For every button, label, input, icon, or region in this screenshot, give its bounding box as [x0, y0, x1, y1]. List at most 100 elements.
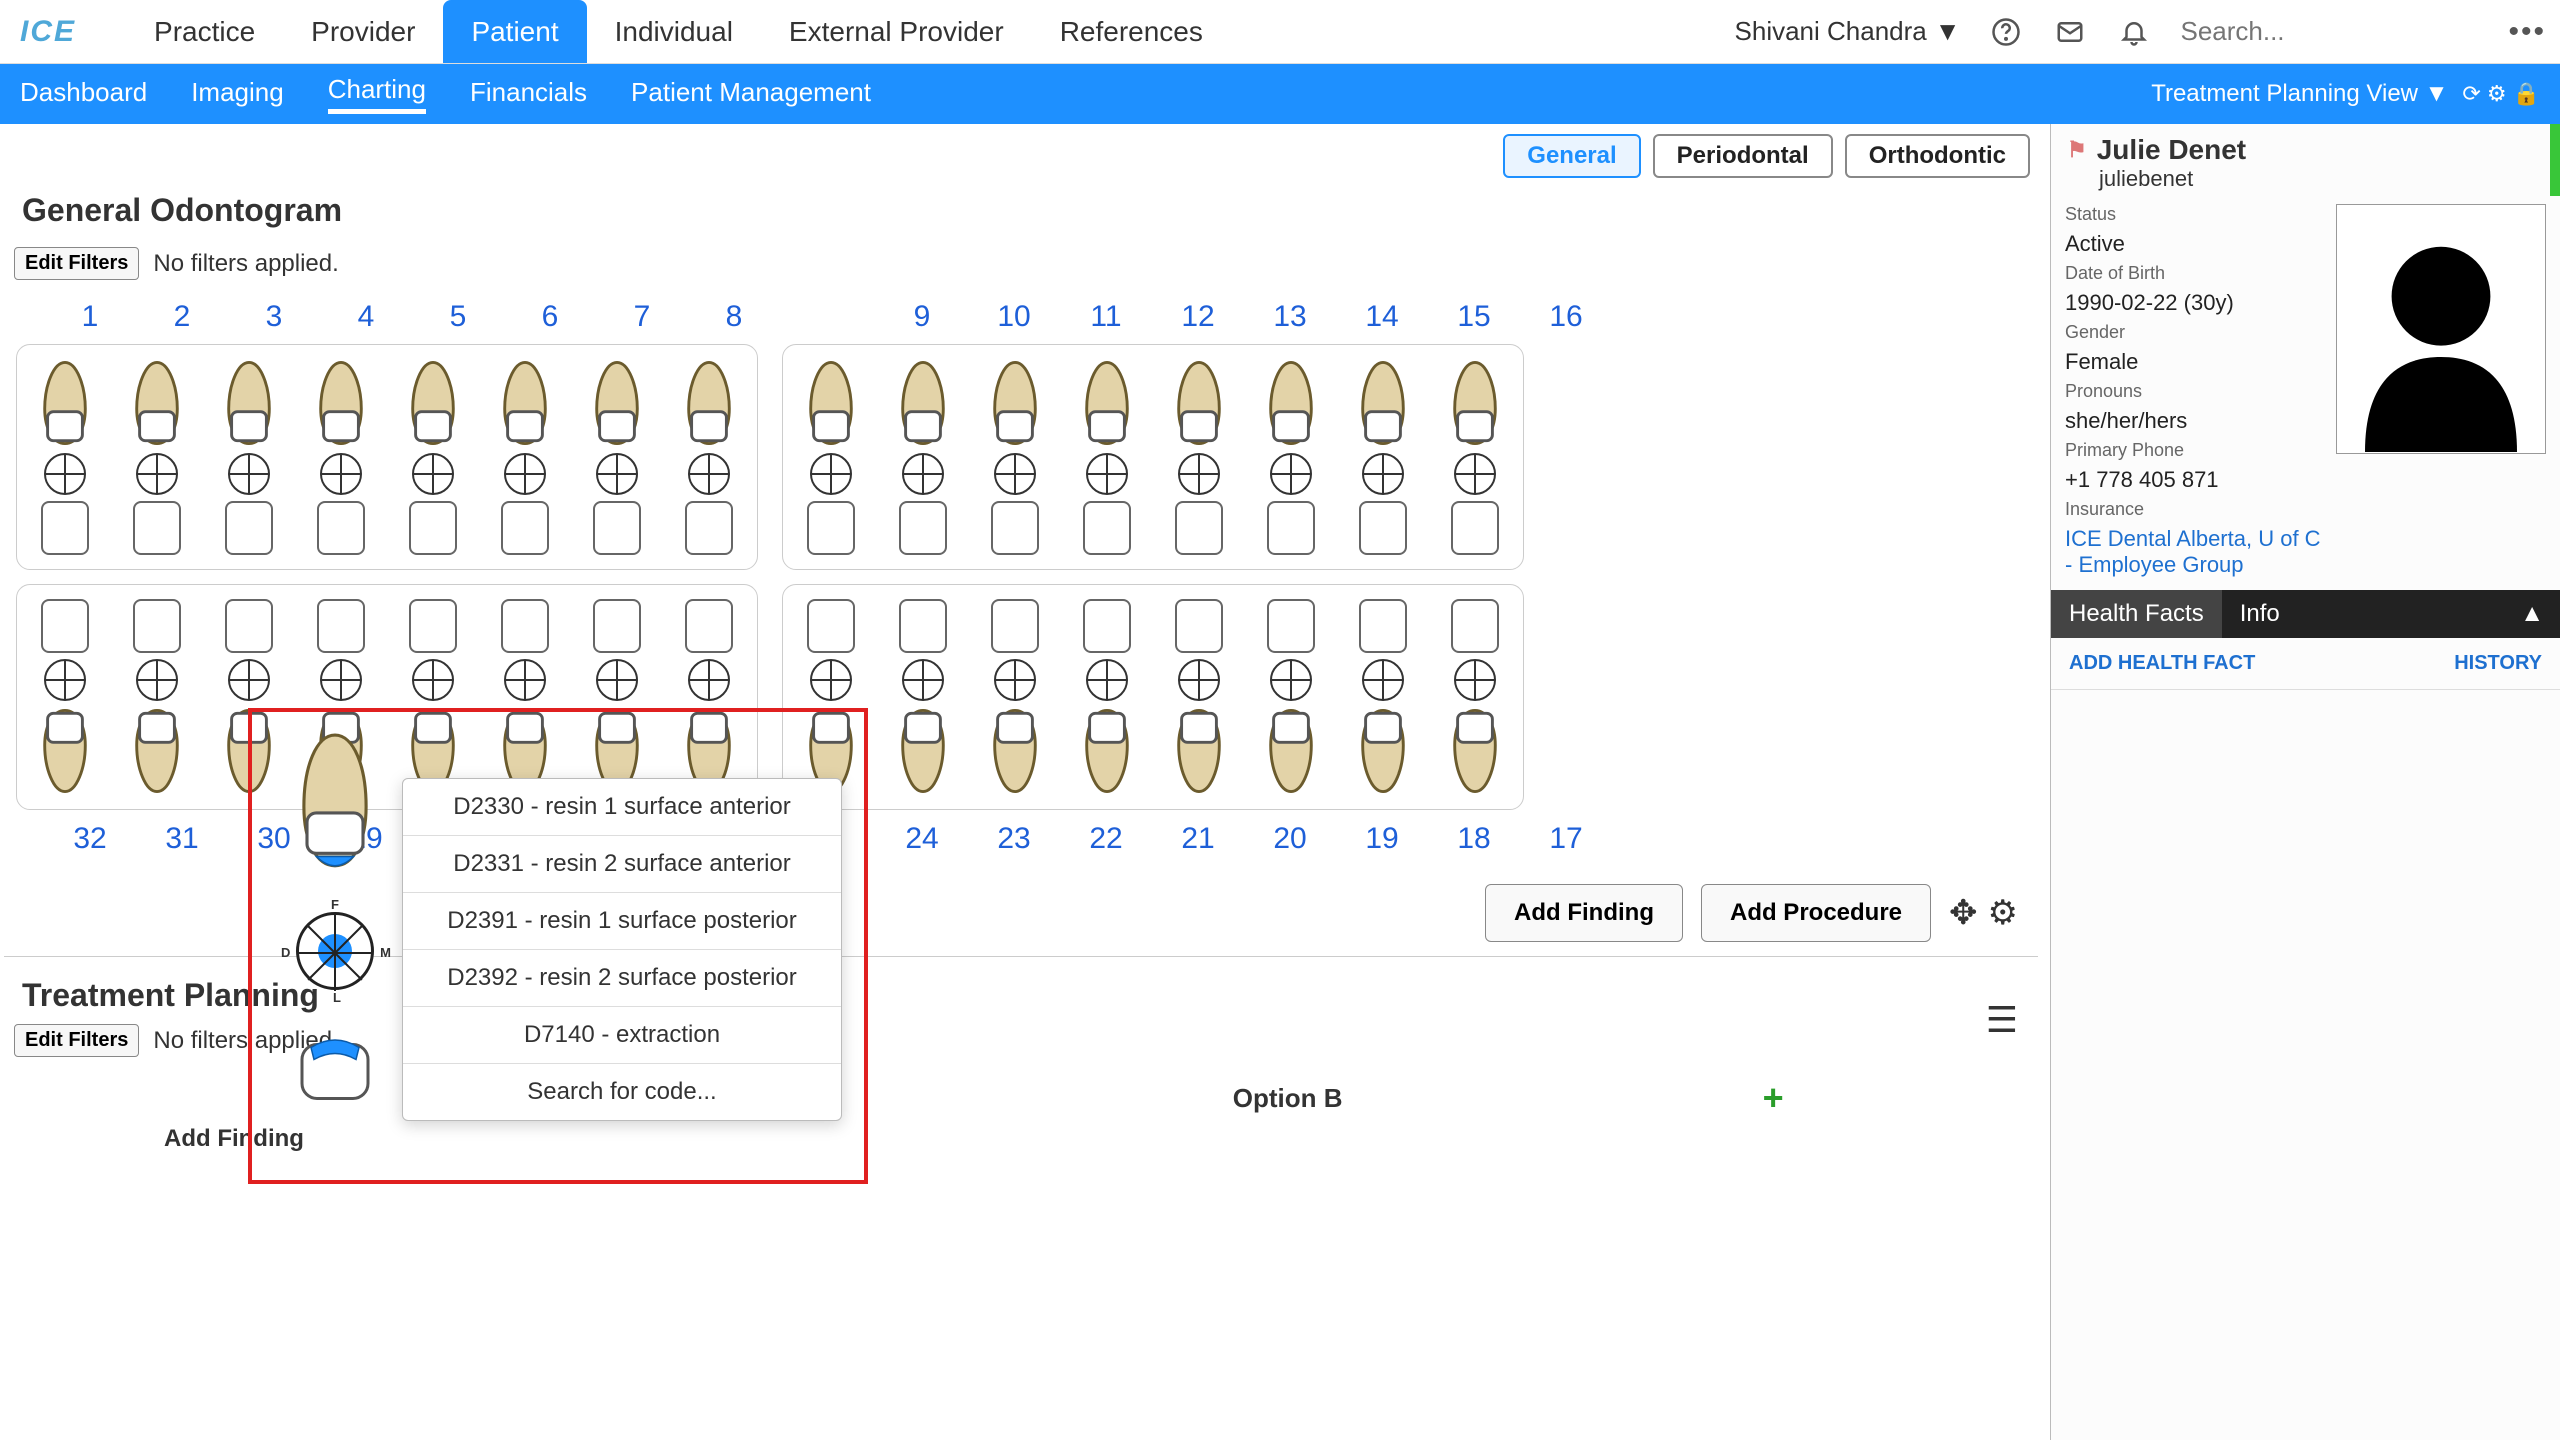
occlusal-surface[interactable] [412, 453, 454, 495]
tooth-num[interactable]: 10 [994, 300, 1034, 334]
tooth-cell[interactable] [579, 359, 655, 555]
occlusal-surface[interactable] [1362, 659, 1404, 701]
code-option[interactable]: D2330 - resin 1 surface anterior [403, 779, 841, 836]
tp-menu-icon[interactable]: ☰ [1986, 999, 2018, 1041]
tooth-num[interactable]: 7 [622, 300, 662, 334]
tooth-cell[interactable] [1345, 359, 1421, 555]
occlusal-surface[interactable] [1086, 659, 1128, 701]
occlusal-surface[interactable] [44, 453, 86, 495]
tooth-num[interactable]: 6 [530, 300, 570, 334]
tooth-num[interactable]: 31 [162, 822, 202, 856]
tooth-cell[interactable] [885, 599, 961, 795]
code-option[interactable]: D7140 - extraction [403, 1007, 841, 1064]
lingual-surface[interactable] [1451, 599, 1499, 653]
gear-icon[interactable]: ⚙ [2487, 81, 2507, 107]
lingual-surface[interactable] [409, 599, 457, 653]
tooth-cell[interactable] [977, 599, 1053, 795]
lingual-surface[interactable] [1359, 501, 1407, 555]
tooth-cell[interactable] [885, 359, 961, 555]
tooth-num[interactable]: 20 [1270, 822, 1310, 856]
zoom-tooth-lingual[interactable] [290, 1030, 380, 1110]
lingual-surface[interactable] [133, 501, 181, 555]
occlusal-surface[interactable] [994, 453, 1036, 495]
tooth-cell[interactable] [27, 599, 103, 795]
lingual-surface[interactable] [409, 501, 457, 555]
tooth-cell[interactable] [303, 359, 379, 555]
lingual-surface[interactable] [41, 501, 89, 555]
lingual-surface[interactable] [501, 501, 549, 555]
tooth-cell[interactable] [395, 359, 471, 555]
code-option[interactable]: D2391 - resin 1 surface posterior [403, 893, 841, 950]
lingual-surface[interactable] [991, 599, 1039, 653]
ct-tab-general[interactable]: General [1503, 134, 1640, 178]
tp-add-finding[interactable]: Add Finding [164, 1125, 2038, 1153]
occlusal-surface[interactable] [1178, 453, 1220, 495]
occlusal-surface[interactable] [1270, 659, 1312, 701]
tooth-cell[interactable] [211, 359, 287, 555]
tooth-cell[interactable] [793, 359, 869, 555]
code-option[interactable]: D2392 - resin 2 surface posterior [403, 950, 841, 1007]
tooth-num[interactable]: 14 [1362, 300, 1402, 334]
tooth-num[interactable]: 24 [902, 822, 942, 856]
tooth-cell[interactable] [793, 599, 869, 795]
tp-edit-filters-button[interactable]: Edit Filters [14, 1024, 139, 1057]
mail-icon[interactable] [2052, 14, 2088, 50]
lingual-surface[interactable] [807, 599, 855, 653]
lingual-surface[interactable] [1175, 501, 1223, 555]
ct-tab-periodontal[interactable]: Periodontal [1653, 134, 1833, 178]
help-icon[interactable] [1988, 14, 2024, 50]
lingual-surface[interactable] [317, 501, 365, 555]
occlusal-surface[interactable] [504, 453, 546, 495]
occlusal-surface[interactable] [136, 453, 178, 495]
occlusal-surface[interactable] [1454, 659, 1496, 701]
tooth-num[interactable]: 4 [346, 300, 386, 334]
tooth-cell[interactable] [1161, 599, 1237, 795]
tooth-num[interactable]: 19 [1362, 822, 1402, 856]
refresh-icon[interactable]: ⟳ [2462, 81, 2480, 107]
tooth-num[interactable]: 22 [1086, 822, 1126, 856]
lock-icon[interactable]: 🔒 [2513, 81, 2540, 107]
lingual-surface[interactable] [1359, 599, 1407, 653]
tooth-num[interactable]: 15 [1454, 300, 1494, 334]
lingual-surface[interactable] [317, 599, 365, 653]
tooth-cell[interactable] [1069, 599, 1145, 795]
tooth-num[interactable]: 23 [994, 822, 1034, 856]
edit-filters-button[interactable]: Edit Filters [14, 247, 139, 280]
tooth-cell[interactable] [119, 359, 195, 555]
lingual-surface[interactable] [685, 599, 733, 653]
lingual-surface[interactable] [1175, 599, 1223, 653]
tp-option-b[interactable]: Option B [1233, 1083, 1343, 1114]
tooth-cell[interactable] [1437, 359, 1513, 555]
move-icon[interactable]: ✥ [1949, 893, 1978, 933]
occlusal-surface[interactable] [810, 659, 852, 701]
occlusal-surface[interactable] [412, 659, 454, 701]
tab-individual[interactable]: Individual [587, 0, 761, 63]
lingual-surface[interactable] [225, 501, 273, 555]
tp-add-option[interactable]: + [1763, 1077, 1784, 1119]
sb-collapse-icon[interactable]: ▲ [2520, 600, 2544, 628]
occlusal-surface[interactable] [136, 659, 178, 701]
occlusal-surface[interactable] [902, 659, 944, 701]
lingual-surface[interactable] [685, 501, 733, 555]
add-finding-button[interactable]: Add Finding [1485, 884, 1683, 942]
add-procedure-button[interactable]: Add Procedure [1701, 884, 1931, 942]
occlusal-surface[interactable] [688, 659, 730, 701]
tooth-cell[interactable] [1253, 359, 1329, 555]
lingual-surface[interactable] [1267, 501, 1315, 555]
occlusal-surface[interactable] [1086, 453, 1128, 495]
occlusal-surface[interactable] [1362, 453, 1404, 495]
occlusal-surface[interactable] [596, 453, 638, 495]
subnav-financials[interactable]: Financials [470, 77, 587, 112]
subnav-dashboard[interactable]: Dashboard [20, 77, 147, 112]
lingual-surface[interactable] [1267, 599, 1315, 653]
tooth-num[interactable]: 16 [1546, 300, 1586, 334]
tooth-cell[interactable] [671, 359, 747, 555]
tab-external-provider[interactable]: External Provider [761, 0, 1032, 63]
lingual-surface[interactable] [1083, 501, 1131, 555]
occlusal-surface[interactable] [320, 453, 362, 495]
tooth-num[interactable]: 5 [438, 300, 478, 334]
tooth-cell[interactable] [1437, 599, 1513, 795]
history-link[interactable]: HISTORY [2454, 652, 2542, 675]
tooth-cell[interactable] [487, 599, 563, 795]
user-menu[interactable]: Shivani Chandra ▼ [1735, 16, 1961, 47]
